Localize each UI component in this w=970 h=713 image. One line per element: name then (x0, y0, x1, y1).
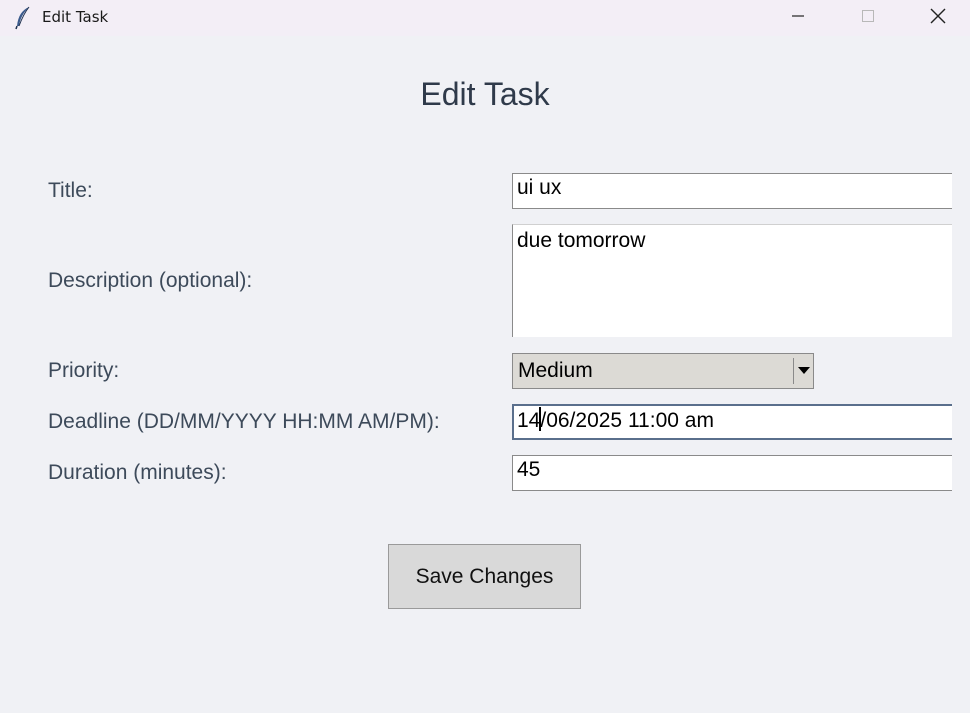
maximize-button[interactable] (845, 0, 891, 36)
duration-input[interactable]: 45 (512, 455, 952, 491)
page-title: Edit Task (420, 76, 550, 112)
deadline-label: Deadline (DD/MM/YYYY HH:MM AM/PM): (48, 410, 440, 433)
description-value: due tomorrow (517, 229, 646, 252)
title-bar[interactable]: Edit Task (0, 0, 970, 36)
feather-icon (14, 6, 32, 30)
deadline-value-start: 14 (517, 409, 541, 432)
duration-label: Duration (minutes): (48, 461, 227, 484)
minimize-button[interactable] (775, 0, 821, 36)
close-icon (929, 7, 947, 30)
title-input[interactable]: ui ux (512, 173, 952, 209)
save-changes-button[interactable]: Save Changes (388, 544, 581, 609)
priority-select-value: Medium (518, 359, 593, 382)
edit-task-window: Edit Task Edit Task Title: ui ux Descrip… (0, 0, 970, 713)
title-input-value: ui ux (517, 176, 562, 199)
priority-select[interactable]: Medium (512, 353, 814, 389)
priority-label: Priority: (48, 359, 120, 382)
duration-value: 45 (517, 458, 541, 481)
minimize-icon (790, 8, 806, 29)
window-title: Edit Task (42, 8, 109, 26)
maximize-icon (860, 8, 876, 29)
description-textarea[interactable]: due tomorrow (512, 224, 952, 337)
deadline-value-end: /06/2025 11:00 am (540, 409, 714, 432)
dropdown-arrow-icon[interactable] (793, 358, 813, 384)
close-button[interactable] (915, 0, 961, 36)
description-label: Description (optional): (48, 269, 253, 292)
title-label: Title: (48, 179, 93, 202)
deadline-input[interactable]: 14/06/2025 11:00 am (512, 404, 952, 440)
save-changes-label: Save Changes (415, 564, 554, 588)
